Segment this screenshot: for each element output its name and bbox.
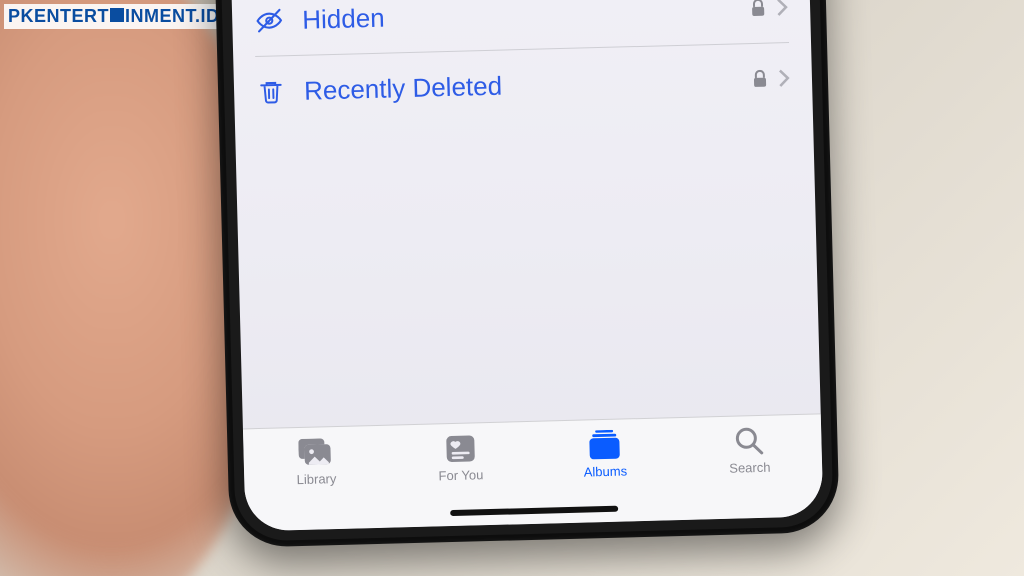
chevron-right-icon xyxy=(778,69,790,87)
library-icon xyxy=(298,437,333,468)
albums-icon xyxy=(588,430,621,461)
tab-albums[interactable]: Albums xyxy=(559,429,650,480)
tab-for-you[interactable]: For You xyxy=(415,433,506,484)
tab-label: Search xyxy=(729,460,771,476)
chevron-right-icon xyxy=(776,0,788,16)
tab-search[interactable]: Search xyxy=(704,425,795,476)
album-label: Hidden xyxy=(302,0,733,35)
foryou-icon xyxy=(445,433,476,464)
photo-background: PKENTERTINMENT.ID Screenshots 2 xyxy=(0,0,1024,576)
trash-icon xyxy=(256,76,287,107)
album-trail xyxy=(750,0,788,17)
album-trail xyxy=(752,69,790,88)
albums-list[interactable]: Screenshots 2 Utilities xyxy=(227,0,821,428)
tab-library[interactable]: Library xyxy=(270,436,361,487)
hidden-icon xyxy=(254,6,285,35)
phone-screen: Screenshots 2 Utilities xyxy=(227,0,824,531)
phone-frame: Screenshots 2 Utilities xyxy=(210,0,840,548)
watermark: PKENTERTINMENT.ID xyxy=(4,4,224,29)
lock-icon xyxy=(752,70,768,88)
search-icon xyxy=(734,426,765,457)
tab-label: For You xyxy=(438,467,483,483)
album-row-recently-deleted[interactable]: Recently Deleted xyxy=(255,43,791,127)
album-label: Recently Deleted xyxy=(304,64,735,106)
tab-label: Library xyxy=(296,471,336,487)
lock-icon xyxy=(750,0,766,17)
tab-label: Albums xyxy=(584,463,628,479)
